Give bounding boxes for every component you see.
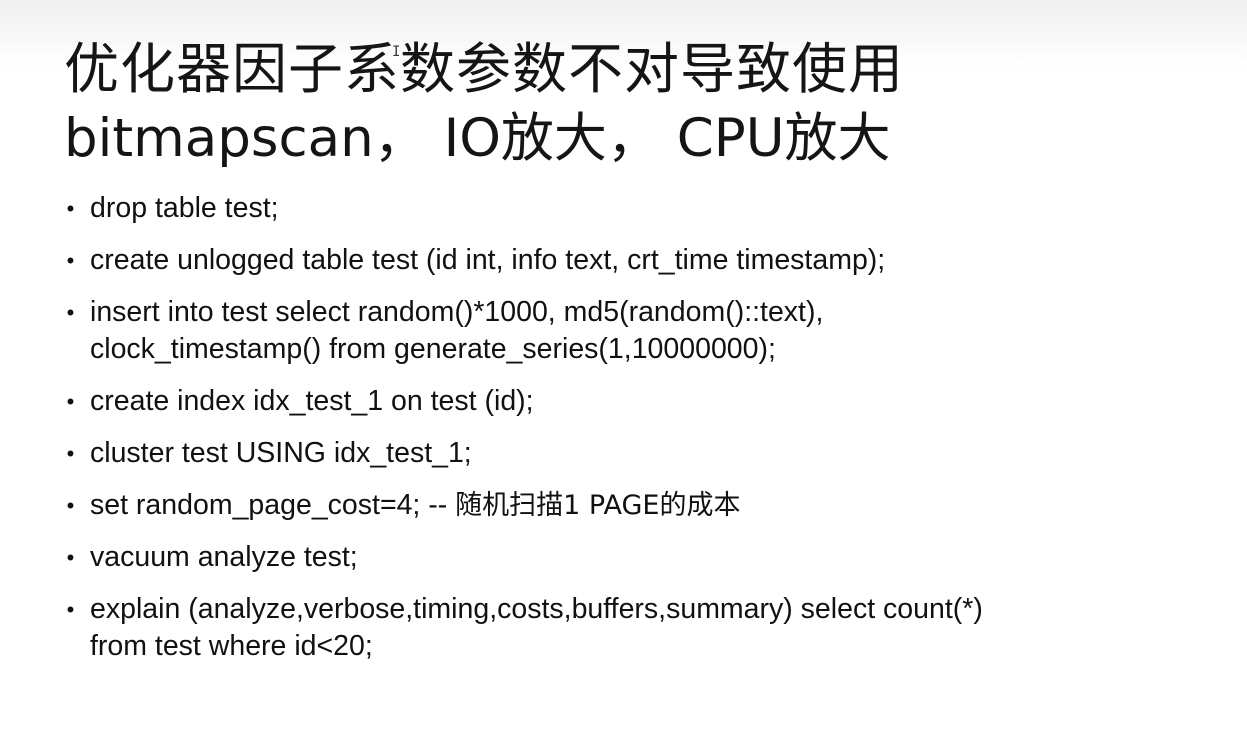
bullet-dot-icon: •: [66, 493, 75, 518]
slide-title: 优化器因子系数参数不对导致使用 bitmapscan， IO放大， CPU放大: [64, 34, 1214, 174]
bullet-text: set random_page_cost=4; -- 随机扫描1 PAGE的成本: [90, 487, 1222, 524]
bullet-item-insert-data: • insert into test select random()*1000,…: [62, 294, 1222, 368]
bullet-dot-icon: •: [66, 248, 75, 273]
bullet-list: • drop table test; • create unlogged tab…: [62, 190, 1222, 665]
title-line-1: 优化器因子系数参数不对导致使用: [64, 37, 905, 101]
slide-content: • drop table test; • create unlogged tab…: [62, 190, 1222, 680]
bullet-item-explain-query: • explain (analyze,verbose,timing,costs,…: [62, 591, 1222, 665]
bullet-text: drop table test;: [90, 192, 279, 224]
bullet-dot-icon: •: [66, 545, 75, 570]
bullet-item-cluster-table: • cluster test USING idx_test_1;: [62, 435, 1222, 472]
bullet-dot-icon: •: [66, 196, 75, 221]
bullet-comment-text: 随机扫描1 PAGE的成本: [455, 490, 741, 521]
bullet-text: create index idx_test_1 on test (id);: [90, 385, 534, 417]
bullet-dot-icon: •: [66, 597, 75, 622]
bullet-item-drop-table: • drop table test;: [62, 190, 1222, 227]
bullet-item-create-table: • create unlogged table test (id int, in…: [62, 242, 1222, 279]
bullet-item-vacuum-analyze: • vacuum analyze test;: [62, 539, 1222, 576]
bullet-text: cluster test USING idx_test_1;: [90, 437, 472, 469]
bullet-dot-icon: •: [66, 441, 75, 466]
bullet-item-random-page-cost: • set random_page_cost=4; -- 随机扫描1 PAGE的…: [62, 487, 1222, 524]
bullet-text: create unlogged table test (id int, info…: [90, 244, 886, 276]
bullet-text-line-1: insert into test select random()*1000, m…: [90, 296, 824, 328]
title-line-2: bitmapscan， IO放大， CPU放大: [64, 108, 891, 169]
bullet-item-create-index: • create index idx_test_1 on test (id);: [62, 383, 1222, 420]
slide: I 优化器因子系数参数不对导致使用 bitmapscan， IO放大， CPU放…: [0, 0, 1247, 730]
bullet-dot-icon: •: [66, 300, 75, 325]
bullet-dot-icon: •: [66, 389, 75, 414]
bullet-code-text: set random_page_cost=4; --: [90, 489, 456, 521]
bullet-text-line-2: from test where id<20;: [90, 630, 373, 662]
bullet-text-line-2: clock_timestamp() from generate_series(1…: [90, 333, 776, 365]
bullet-text-line-1: explain (analyze,verbose,timing,costs,bu…: [90, 593, 983, 625]
bullet-text: vacuum analyze test;: [90, 541, 358, 573]
